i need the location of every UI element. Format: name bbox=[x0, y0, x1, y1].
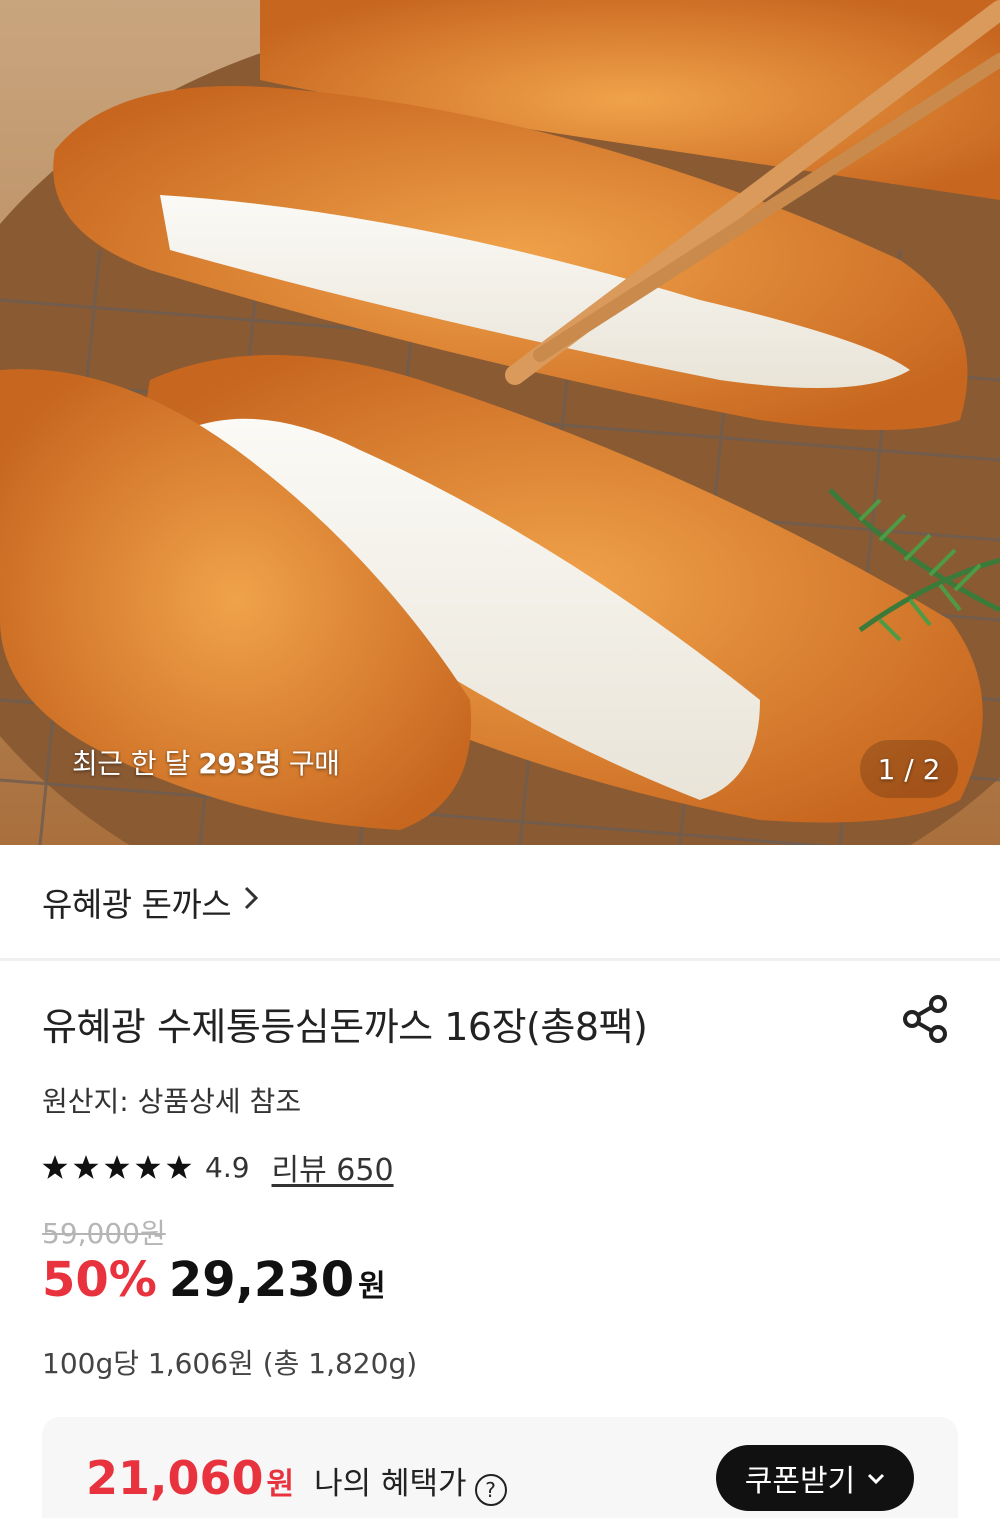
section-divider bbox=[0, 958, 1000, 961]
image-pager: 1 / 2 bbox=[860, 740, 958, 798]
coupon-download-button[interactable]: 쿠폰받기 bbox=[716, 1445, 914, 1511]
price-row: 50% 29,230 원 bbox=[42, 1252, 386, 1308]
benefit-currency: 원 bbox=[266, 1467, 295, 1502]
sale-price: 29,230 bbox=[168, 1252, 355, 1308]
product-title: 유혜광 수제통등심돈까스 16장(총8팩) bbox=[42, 1005, 648, 1049]
original-price: 59,000원 bbox=[42, 1217, 166, 1250]
star-rating bbox=[42, 1154, 197, 1180]
recent-purchase-caption: 최근 한 달 293명 구매 bbox=[72, 747, 340, 780]
coupon-button-label: 쿠폰받기 bbox=[744, 1465, 856, 1498]
discount-rate: 50% bbox=[42, 1252, 157, 1308]
product-image[interactable]: 최근 한 달 293명 구매 1 / 2 bbox=[0, 0, 1000, 845]
star-icon bbox=[104, 1155, 130, 1179]
review-count-link[interactable]: 리뷰 650 bbox=[272, 1145, 394, 1189]
tonkatsu-photo bbox=[0, 0, 1000, 845]
question-circle-icon[interactable]: ? bbox=[474, 1474, 507, 1506]
benefit-price: 21,060 원 나의 혜택가 ? bbox=[86, 1451, 507, 1506]
star-icon bbox=[73, 1155, 99, 1179]
star-icon bbox=[166, 1155, 192, 1179]
share-icon[interactable] bbox=[900, 994, 952, 1044]
brand-name: 유혜광 돈까스 bbox=[42, 884, 232, 924]
benefit-price-box: 21,060 원 나의 혜택가 ? 쿠폰받기 bbox=[42, 1417, 958, 1518]
origin-info: 원산지: 상품상세 참조 bbox=[42, 1085, 302, 1118]
unit-price: 100g당 1,606원 (총 1,820g) bbox=[42, 1347, 418, 1380]
rating-value: 4.9 bbox=[205, 1150, 250, 1184]
star-icon bbox=[135, 1155, 161, 1179]
brand-link[interactable]: 유혜광 돈까스 bbox=[0, 845, 1000, 958]
rating-row: 4.9 리뷰 650 bbox=[42, 1145, 394, 1189]
recent-purchase-count: 293명 bbox=[198, 747, 281, 780]
benefit-amount: 21,060 bbox=[86, 1451, 264, 1505]
price-currency: 원 bbox=[358, 1269, 386, 1304]
chevron-down-icon bbox=[867, 1465, 885, 1491]
star-icon bbox=[42, 1155, 68, 1179]
benefit-label: 나의 혜택가 bbox=[314, 1466, 467, 1502]
chevron-right-icon bbox=[243, 884, 259, 919]
